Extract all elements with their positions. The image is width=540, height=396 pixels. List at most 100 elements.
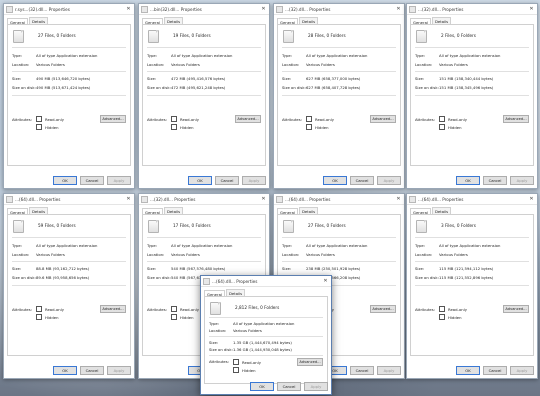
- properties-dialog[interactable]: ...bin(32).dll... Properties ✕ General Det…: [138, 3, 270, 189]
- close-icon[interactable]: ✕: [395, 196, 402, 202]
- advanced-button[interactable]: Advanced...: [503, 305, 529, 313]
- apply-button[interactable]: Apply: [377, 366, 401, 375]
- readonly-checkbox[interactable]: Read-only: [36, 116, 64, 122]
- apply-button[interactable]: Apply: [510, 176, 534, 185]
- tab-details[interactable]: Details: [298, 207, 319, 214]
- advanced-button[interactable]: Advanced...: [370, 305, 396, 313]
- size-on-disk-label: Size on disk:: [147, 85, 171, 90]
- ok-button[interactable]: OK: [456, 366, 480, 375]
- dll-icon: [409, 5, 416, 13]
- divider: [147, 71, 261, 72]
- advanced-button[interactable]: Advanced...: [100, 115, 126, 123]
- title-bar[interactable]: ...(32).dll... Properties ✕: [274, 4, 404, 15]
- apply-button[interactable]: Apply: [107, 366, 131, 375]
- cancel-button[interactable]: Cancel: [80, 366, 104, 375]
- hidden-checkbox[interactable]: Hidden: [233, 367, 255, 373]
- properties-dialog[interactable]: ...(32).dll... Properties ✕ General Detail…: [406, 3, 538, 189]
- hidden-checkbox[interactable]: Hidden: [171, 124, 193, 130]
- close-icon[interactable]: ✕: [528, 196, 535, 202]
- readonly-checkbox[interactable]: Read-only: [439, 116, 467, 122]
- properties-dialog[interactable]: ...(64).dll... Properties ✕ General Detail…: [406, 193, 538, 379]
- close-icon[interactable]: ✕: [260, 6, 267, 12]
- ok-button[interactable]: OK: [53, 366, 77, 375]
- readonly-checkbox[interactable]: Read-only: [233, 359, 261, 365]
- hidden-checkbox[interactable]: Hidden: [439, 124, 461, 130]
- tab-details[interactable]: Details: [28, 17, 49, 24]
- advanced-button[interactable]: Advanced...: [235, 115, 261, 123]
- dialog-title: ...(64).dll... Properties: [418, 196, 464, 202]
- size-label: Size:: [415, 76, 425, 81]
- title-bar[interactable]: ...(32).dll... Properties ✕: [407, 4, 537, 15]
- close-icon[interactable]: ✕: [260, 196, 267, 202]
- readonly-checkbox[interactable]: Read-only: [171, 116, 199, 122]
- apply-button[interactable]: Apply: [107, 176, 131, 185]
- apply-button[interactable]: Apply: [242, 176, 266, 185]
- tab-details[interactable]: Details: [431, 207, 452, 214]
- location-label: Location:: [147, 62, 165, 67]
- location-value: Various Folders: [36, 252, 65, 257]
- close-icon[interactable]: ✕: [322, 278, 329, 284]
- advanced-button[interactable]: Advanced...: [503, 115, 529, 123]
- cancel-button[interactable]: Cancel: [483, 366, 507, 375]
- properties-dialog[interactable]: ...(32).dll... Properties ✕ General Detail…: [273, 3, 405, 189]
- properties-dialog-active[interactable]: ...(64).dll... Properties ✕ General Detail…: [200, 275, 332, 395]
- ok-button[interactable]: OK: [323, 176, 347, 185]
- divider: [415, 47, 529, 48]
- hidden-checkbox[interactable]: Hidden: [171, 314, 193, 320]
- hidden-checkbox[interactable]: Hidden: [439, 314, 461, 320]
- type-label: Type:: [147, 53, 157, 58]
- hidden-checkbox[interactable]: Hidden: [306, 124, 328, 130]
- location-value: Various Folders: [36, 62, 65, 67]
- advanced-button[interactable]: Advanced...: [370, 115, 396, 123]
- location-label: Location:: [147, 252, 165, 257]
- close-icon[interactable]: ✕: [125, 196, 132, 202]
- ok-button[interactable]: OK: [188, 176, 212, 185]
- apply-button[interactable]: Apply: [304, 382, 328, 391]
- divider: [12, 71, 126, 72]
- ok-button[interactable]: OK: [53, 176, 77, 185]
- cancel-button[interactable]: Cancel: [350, 366, 374, 375]
- hidden-checkbox[interactable]: Hidden: [36, 314, 58, 320]
- title-bar[interactable]: ...(64).dll... Properties ✕: [201, 276, 331, 287]
- tab-details[interactable]: Details: [163, 17, 184, 24]
- apply-button[interactable]: Apply: [510, 366, 534, 375]
- tab-details[interactable]: Details: [225, 289, 246, 296]
- tab-details[interactable]: Details: [431, 17, 452, 24]
- close-icon[interactable]: ✕: [395, 6, 402, 12]
- cancel-button[interactable]: Cancel: [277, 382, 301, 391]
- title-bar[interactable]: ...(64).dll... Properties ✕: [274, 194, 404, 205]
- apply-button[interactable]: Apply: [377, 176, 401, 185]
- cancel-button[interactable]: Cancel: [80, 176, 104, 185]
- tab-details[interactable]: Details: [163, 207, 184, 214]
- ok-button[interactable]: OK: [456, 176, 480, 185]
- cancel-button[interactable]: Cancel: [350, 176, 374, 185]
- readonly-checkbox[interactable]: Read-only: [439, 306, 467, 312]
- tab-details[interactable]: Details: [298, 17, 319, 24]
- readonly-checkbox[interactable]: Read-only: [36, 306, 64, 312]
- cancel-button[interactable]: Cancel: [483, 176, 507, 185]
- readonly-label: Read-only: [448, 306, 468, 312]
- attributes-label: Attributes:: [282, 117, 303, 122]
- tab-details[interactable]: Details: [28, 207, 49, 214]
- readonly-checkbox[interactable]: Read-only: [171, 306, 199, 312]
- properties-dialog[interactable]: ...(64).dll... Properties ✕ General Detail…: [3, 193, 135, 379]
- dll-icon: [409, 195, 416, 203]
- close-icon[interactable]: ✕: [528, 6, 535, 12]
- title-bar[interactable]: ...(64).dll... Properties ✕: [4, 194, 134, 205]
- file-icon: [13, 30, 24, 43]
- properties-dialog[interactable]: r.sys...(32).dll... Properties ✕ General D…: [3, 3, 135, 189]
- ok-button[interactable]: OK: [250, 382, 274, 391]
- title-bar[interactable]: r.sys...(32).dll... Properties ✕: [4, 4, 134, 15]
- advanced-button[interactable]: Advanced...: [297, 358, 323, 366]
- close-icon[interactable]: ✕: [125, 6, 132, 12]
- title-bar[interactable]: ...(32).dll... Properties ✕: [139, 194, 269, 205]
- location-label: Location:: [415, 62, 433, 67]
- title-bar[interactable]: ...(64).dll... Properties ✕: [407, 194, 537, 205]
- advanced-button[interactable]: Advanced...: [100, 305, 126, 313]
- readonly-checkbox[interactable]: Read-only: [306, 116, 334, 122]
- size-on-disk-label: Size on disk:: [415, 275, 439, 280]
- cancel-button[interactable]: Cancel: [215, 176, 239, 185]
- divider: [282, 71, 396, 72]
- title-bar[interactable]: ...bin(32).dll... Properties ✕: [139, 4, 269, 15]
- hidden-checkbox[interactable]: Hidden: [36, 124, 58, 130]
